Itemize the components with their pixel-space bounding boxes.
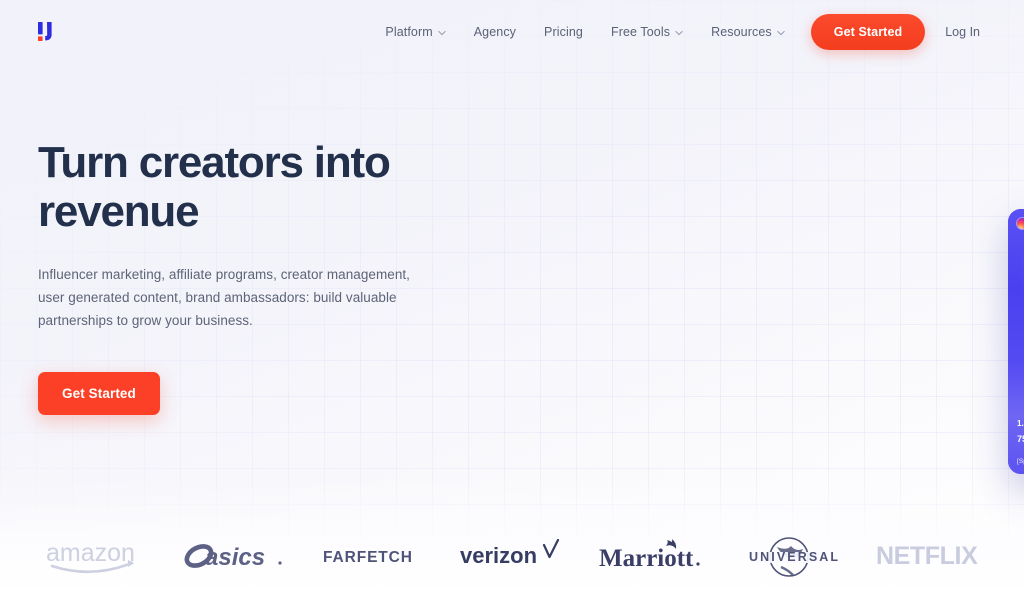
- chevron-down-icon: [777, 29, 785, 37]
- post-impressions-value: 75k: [1017, 434, 1024, 444]
- hero-visual: New · Brand mention 1.5k 85 75k: [468, 116, 1024, 474]
- brand-logo-marriott: Marriott: [599, 534, 703, 580]
- nav-get-started-button[interactable]: Get Started: [810, 14, 926, 50]
- svg-text:UNIVERSAL: UNIVERSAL: [749, 550, 840, 564]
- main-navigation: Platform Agency Pricing Free Tools Resou…: [371, 14, 988, 50]
- hero-get-started-button[interactable]: Get Started: [38, 372, 160, 416]
- nav-item-label: Pricing: [544, 25, 583, 39]
- hero-section: Turn creators into revenue Influencer ma…: [0, 64, 1024, 474]
- post-badge-row: New · Brand mention: [1017, 218, 1024, 229]
- post-reach-row: 75k est. impressions 230k est. reach: [1017, 434, 1024, 451]
- svg-text:Marriott: Marriott: [599, 545, 694, 572]
- hero-subtitle: Influencer marketing, affiliate programs…: [38, 266, 410, 328]
- nav-item-label: Resources: [711, 25, 772, 39]
- hero-copy: Turn creators into revenue Influencer ma…: [38, 116, 468, 416]
- brand-logo-verizon: verizon: [460, 534, 564, 580]
- site-header: Platform Agency Pricing Free Tools Resou…: [0, 0, 1024, 64]
- ij-logo[interactable]: [34, 19, 60, 45]
- instagram-icon: [1017, 218, 1024, 229]
- svg-text:NETFLIX: NETFLIX: [876, 542, 978, 570]
- nav-item-resources[interactable]: Resources: [697, 17, 799, 47]
- brand-logo-farfetch: FARFETCH: [321, 534, 425, 580]
- brand-logo-netflix: NETFLIX: [876, 534, 980, 580]
- svg-text:asics: asics: [205, 544, 265, 571]
- nav-item-agency[interactable]: Agency: [460, 17, 530, 47]
- brand-logo-strip: amazon asics FARFETCH verizon Marriott U…: [0, 534, 1024, 580]
- influencer-post-card[interactable]: New · Brand mention 1.5k 85 75k: [1008, 209, 1024, 474]
- nav-item-label: Agency: [473, 25, 517, 39]
- post-caption: [Sponsored] In love with this new colle.…: [1017, 458, 1024, 465]
- svg-text:FARFETCH: FARFETCH: [323, 549, 413, 566]
- brand-logo-asics: asics: [183, 534, 287, 580]
- page-title: Turn creators into revenue: [38, 138, 391, 237]
- svg-text:amazon: amazon: [46, 539, 135, 567]
- post-engagement-row: 1.5k 85: [1017, 419, 1024, 428]
- nav-item-pricing[interactable]: Pricing: [530, 17, 597, 47]
- nav-item-free-tools[interactable]: Free Tools: [597, 17, 697, 47]
- brand-logo-universal: UNIVERSAL: [737, 534, 841, 580]
- chevron-down-icon: [438, 29, 446, 37]
- brand-logo-amazon: amazon: [44, 534, 148, 580]
- svg-text:verizon: verizon: [460, 543, 537, 568]
- post-likes-count: 1.5k: [1017, 419, 1024, 428]
- chevron-down-icon: [675, 29, 683, 37]
- nav-login-link[interactable]: Log In: [931, 17, 988, 47]
- nav-item-label: Free Tools: [610, 25, 671, 39]
- post-stats: 1.5k 85 75k est. impressions 230k est. r…: [1017, 419, 1024, 465]
- nav-item-platform[interactable]: Platform: [371, 17, 459, 47]
- nav-item-label: Platform: [385, 25, 433, 39]
